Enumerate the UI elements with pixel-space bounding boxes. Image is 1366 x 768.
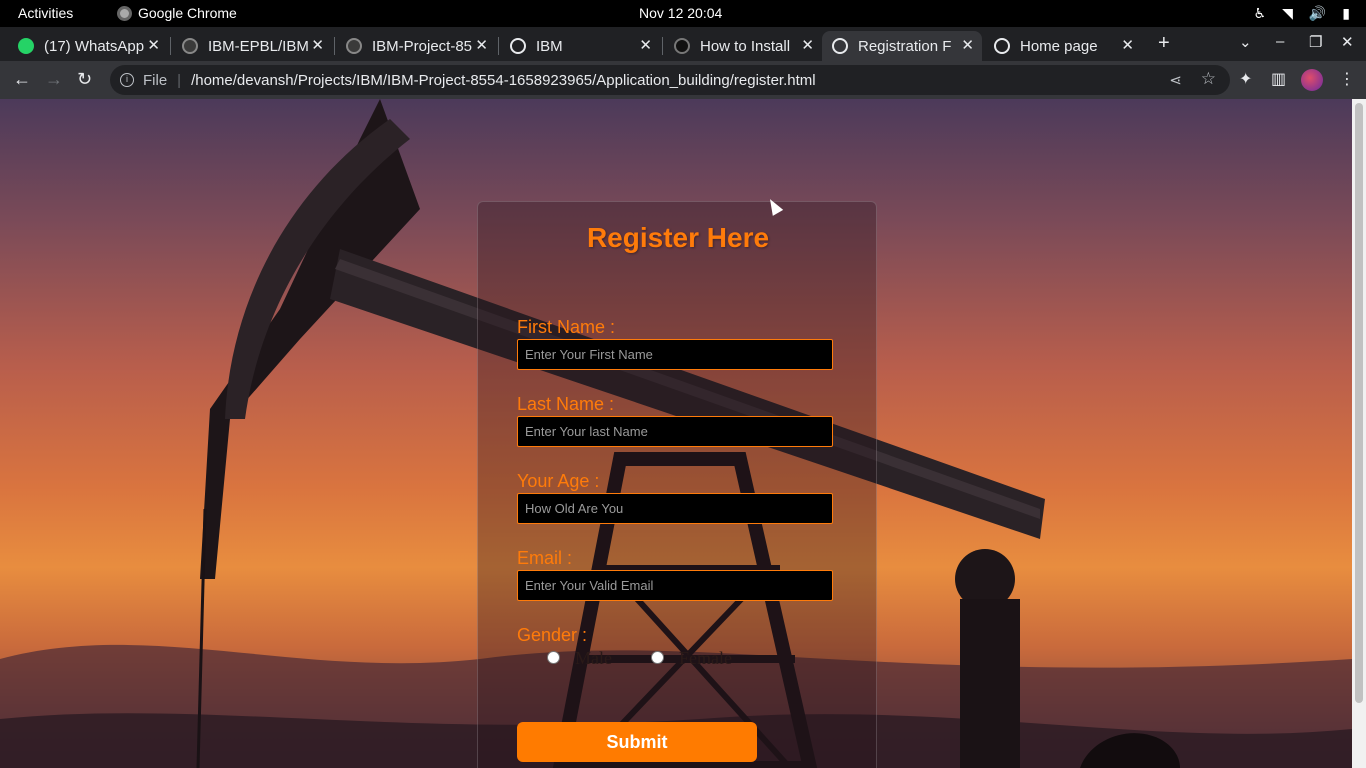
profile-avatar[interactable] [1301,69,1323,91]
chrome-icon [117,5,132,21]
back-icon[interactable]: ← [13,69,31,90]
age-input[interactable] [517,493,833,524]
gender-label: Gender : [517,625,588,645]
globe-icon [994,38,1010,54]
menu-kebab-icon[interactable]: ⋮ [1339,69,1355,89]
tab-home-page[interactable]: Home page ✕ [984,31,1142,61]
female-radio[interactable] [651,651,664,664]
tab-label: How to Install [700,37,791,55]
close-icon[interactable]: ✕ [147,36,160,54]
system-top-bar: Activities Google Chrome Nov 12 20:04 ♿ … [0,0,1366,27]
first-name-input[interactable] [517,339,833,370]
tab-label: Registration F [858,37,952,55]
volume-icon[interactable]: 🔊 [1309,5,1326,22]
tab-label: IBM [536,37,563,55]
wifi-icon[interactable]: ◥ [1282,5,1293,22]
close-icon[interactable]: ✕ [961,36,974,54]
forward-icon[interactable]: → [45,69,63,90]
close-icon[interactable]: ✕ [801,36,814,54]
tab-label: Home page [1020,37,1098,55]
female-label: Female [679,648,732,668]
close-icon[interactable]: ✕ [475,36,488,54]
tab-whatsapp[interactable]: (17) WhatsApp ✕ [8,31,168,61]
page-viewport: Register Here First Name : Last Name : Y… [0,99,1352,768]
close-icon[interactable]: ✕ [1121,36,1134,54]
tab-divider [662,37,663,55]
tab-registration[interactable]: Registration F ✕ [822,31,982,61]
whatsapp-icon [18,38,34,54]
male-radio[interactable] [547,651,560,664]
reload-icon[interactable]: ↻ [77,69,92,90]
github-icon [346,38,362,54]
tab-ibm[interactable]: IBM ✕ [500,31,660,61]
close-icon[interactable]: ✕ [639,36,652,54]
close-window-icon[interactable]: ✕ [1341,33,1354,51]
tab-search-icon[interactable]: ⌄ [1239,33,1252,51]
male-label: Male [575,648,612,668]
globe-icon [832,38,848,54]
page-scrollbar[interactable] [1352,99,1366,768]
url-text[interactable]: /home/devansh/Projects/IBM/IBM-Project-8… [191,72,816,89]
form-title: Register Here [586,222,770,253]
tab-ibm-project[interactable]: IBM-Project-85 ✕ [336,31,496,61]
separator: | [177,71,182,89]
battery-icon[interactable]: ▮ [1342,5,1350,22]
tab-divider [498,37,499,55]
age-label: Your Age : [517,471,600,491]
last-name-input[interactable] [517,416,833,447]
minimize-icon[interactable]: – [1276,33,1284,50]
maximize-icon[interactable]: ❐ [1309,33,1322,51]
globe-icon [510,38,526,54]
close-icon[interactable]: ✕ [311,36,324,54]
hexagon-icon [674,38,690,54]
extensions-icon[interactable]: ✦ [1239,69,1252,89]
tab-how-to-install[interactable]: How to Install ✕ [664,31,822,61]
accessibility-icon[interactable]: ♿ [1254,5,1267,22]
registration-form-card: Register Here First Name : Last Name : Y… [477,201,877,768]
tab-ibm-epbl[interactable]: IBM-EPBL/IBM ✕ [172,31,332,61]
share-icon[interactable]: ⋖ [1169,71,1182,89]
email-label: Email : [517,548,573,568]
browser-toolbar: ← → ↻ i File | /home/devansh/Projects/IB… [0,61,1366,99]
system-tray[interactable]: ♿ ◥ 🔊 ▮ [1254,5,1351,22]
app-name: Google Chrome [138,5,237,21]
clock[interactable]: Nov 12 20:04 [639,5,722,21]
tab-label: IBM-Project-85 [372,37,472,55]
tab-divider [334,37,335,55]
scrollbar-thumb[interactable] [1355,103,1363,703]
email-input[interactable] [517,570,833,601]
info-icon[interactable]: i [120,73,134,87]
tab-label: (17) WhatsApp [44,37,144,55]
bookmark-star-icon[interactable]: ☆ [1201,69,1216,89]
tab-label: IBM-EPBL/IBM [208,37,308,55]
new-tab-icon[interactable]: + [1158,32,1170,55]
activities-button[interactable]: Activities [18,5,73,21]
app-menu[interactable]: Google Chrome [117,5,237,21]
scheme-label: File [143,71,168,89]
last-name-label: Last Name : [517,394,615,414]
side-panel-icon[interactable]: ▥ [1271,69,1286,89]
address-bar[interactable]: i File | /home/devansh/Projects/IBM/IBM-… [110,65,1230,95]
submit-button[interactable]: Submit [517,722,757,762]
github-icon [182,38,198,54]
tab-divider [170,37,171,55]
first-name-label: First Name : [517,317,616,337]
